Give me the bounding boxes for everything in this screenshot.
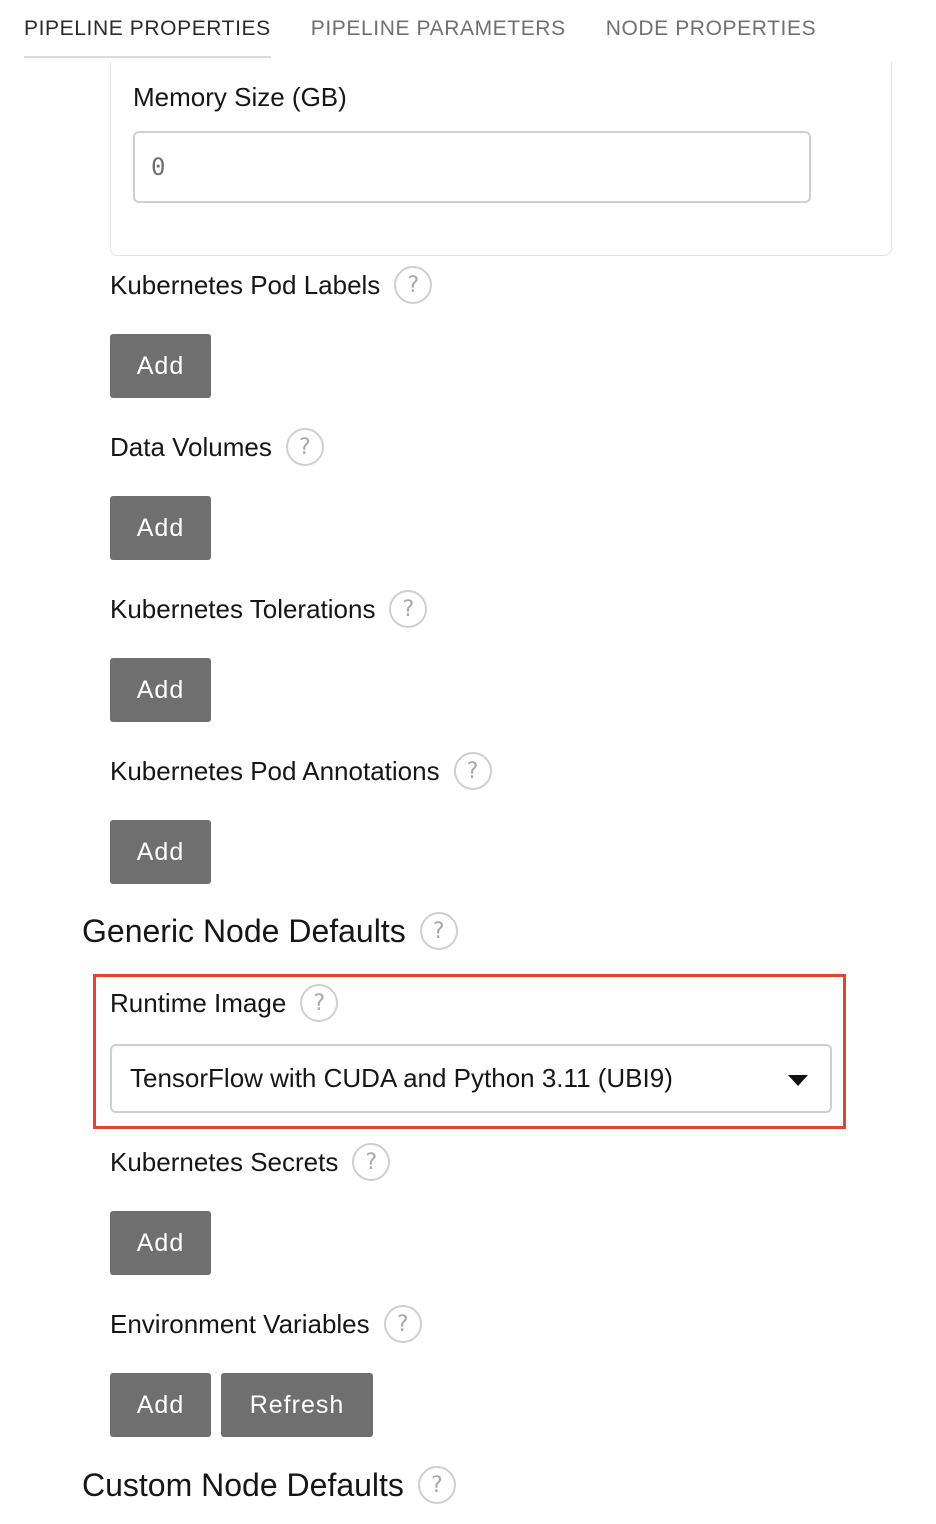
env-vars-field: Environment Variables ? — [110, 1305, 422, 1343]
help-icon[interactable]: ? — [453, 752, 492, 790]
data-volumes-field: Data Volumes ? — [110, 428, 324, 466]
pod-annotations-field: Kubernetes Pod Annotations ? — [110, 752, 492, 790]
pipeline-properties-panel: PIPELINE PROPERTIES PIPELINE PARAMETERS … — [0, 0, 936, 1524]
pod-labels-add-button[interactable]: Add — [110, 334, 211, 398]
env-vars-refresh-button[interactable]: Refresh — [221, 1373, 373, 1437]
pod-labels-label: Kubernetes Pod Labels — [110, 269, 381, 300]
tolerations-add-button[interactable]: Add — [110, 658, 211, 722]
pod-annotations-label: Kubernetes Pod Annotations — [110, 755, 440, 786]
secrets-label: Kubernetes Secrets — [110, 1146, 339, 1177]
help-icon[interactable]: ? — [417, 1466, 456, 1504]
help-icon[interactable]: ? — [389, 590, 428, 628]
runtime-image-select[interactable]: TensorFlow with CUDA and Python 3.11 (UB… — [110, 1044, 832, 1113]
pod-annotations-add-button[interactable]: Add — [110, 820, 211, 884]
secrets-field: Kubernetes Secrets ? — [110, 1143, 391, 1181]
pod-labels-field: Kubernetes Pod Labels ? — [110, 266, 433, 304]
runtime-image-label: Runtime Image — [110, 987, 287, 1018]
tab-pipeline-properties[interactable]: PIPELINE PROPERTIES — [24, 0, 271, 58]
tab-bar: PIPELINE PROPERTIES PIPELINE PARAMETERS … — [24, 0, 856, 58]
secrets-add-button[interactable]: Add — [110, 1211, 211, 1275]
help-icon[interactable]: ? — [300, 984, 339, 1022]
memory-size-label: Memory Size (GB) — [133, 82, 347, 112]
memory-size-input[interactable] — [133, 131, 811, 203]
caret-down-icon — [788, 1075, 808, 1086]
runtime-image-field: Runtime Image ? — [110, 984, 339, 1022]
help-icon[interactable]: ? — [394, 266, 433, 304]
tab-node-properties[interactable]: NODE PROPERTIES — [606, 0, 817, 58]
custom-node-defaults-title: Custom Node Defaults — [82, 1466, 404, 1503]
help-icon[interactable]: ? — [419, 912, 458, 950]
tolerations-label: Kubernetes Tolerations — [110, 593, 376, 624]
help-icon[interactable]: ? — [383, 1305, 422, 1343]
generic-node-defaults-heading: Generic Node Defaults ? — [82, 912, 458, 950]
runtime-image-selected-value: TensorFlow with CUDA and Python 3.11 (UB… — [130, 1063, 673, 1093]
custom-node-defaults-heading: Custom Node Defaults ? — [82, 1466, 456, 1504]
help-icon[interactable]: ? — [285, 428, 324, 466]
generic-node-defaults-title: Generic Node Defaults — [82, 912, 406, 949]
help-icon[interactable]: ? — [352, 1143, 391, 1181]
data-volumes-label: Data Volumes — [110, 431, 272, 462]
tolerations-field: Kubernetes Tolerations ? — [110, 590, 428, 628]
env-vars-label: Environment Variables — [110, 1308, 370, 1339]
env-vars-add-button[interactable]: Add — [110, 1373, 211, 1437]
data-volumes-add-button[interactable]: Add — [110, 496, 211, 560]
resources-card: Memory Size (GB) — [110, 62, 892, 256]
tab-pipeline-parameters[interactable]: PIPELINE PARAMETERS — [311, 0, 566, 58]
